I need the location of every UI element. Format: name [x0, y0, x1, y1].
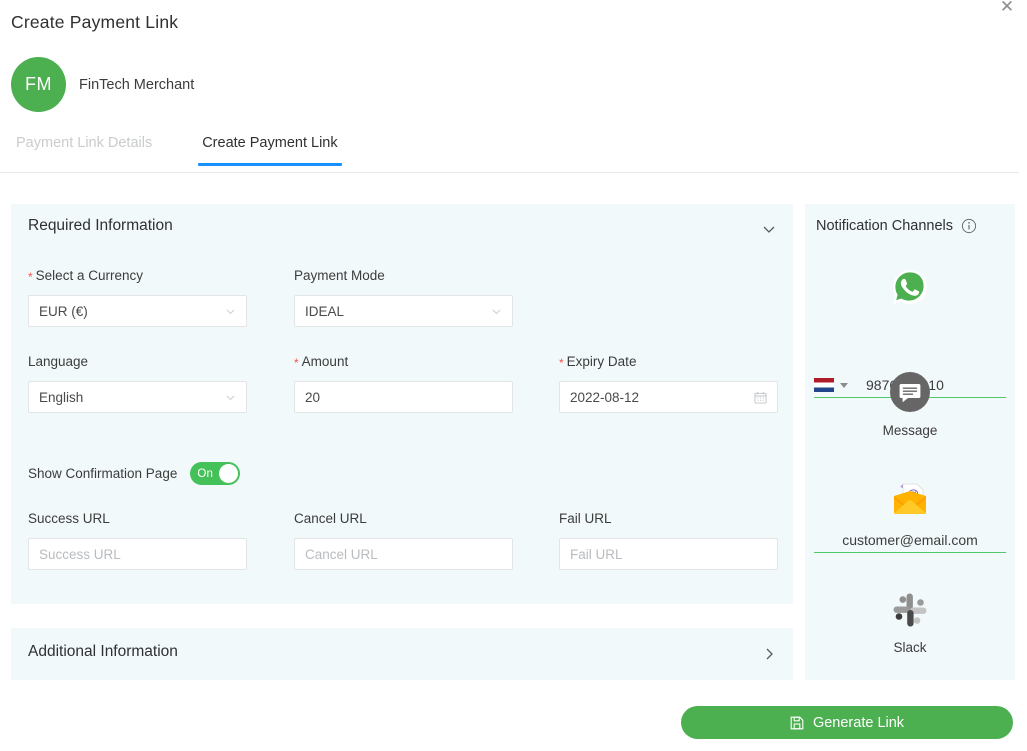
- language-select[interactable]: English: [28, 381, 247, 413]
- notification-channels-header: Notification Channels: [816, 218, 977, 234]
- chevron-down-icon: [225, 392, 236, 403]
- message-label: Message: [882, 423, 938, 438]
- amount-value: 20: [305, 389, 321, 405]
- avatar: FM: [11, 57, 66, 112]
- payment-mode-label: Payment Mode: [294, 268, 385, 283]
- slack-label: Slack: [893, 640, 927, 655]
- whatsapp-icon[interactable]: [805, 267, 1015, 307]
- required-asterisk: *: [28, 270, 33, 284]
- success-url-label: Success URL: [28, 511, 110, 526]
- expiry-date-value: 2022-08-12: [570, 389, 640, 405]
- language-value: English: [39, 389, 84, 405]
- email-value: customer@email.com: [842, 532, 978, 548]
- chevron-down-icon: [491, 306, 502, 317]
- notification-channels-title: Notification Channels: [816, 218, 954, 234]
- currency-label: * Select a Currency: [28, 268, 143, 284]
- additional-information-heading: Additional Information: [28, 643, 178, 660]
- amount-input[interactable]: 20: [294, 381, 513, 413]
- tab-bar: Payment Link Details Create Payment Link: [0, 131, 1019, 173]
- toggle-state-label: On: [197, 467, 214, 480]
- info-icon[interactable]: [961, 218, 977, 234]
- tab-create-payment-link[interactable]: Create Payment Link: [198, 131, 343, 166]
- generate-link-button[interactable]: Generate Link: [681, 706, 1013, 739]
- chevron-right-icon[interactable]: [761, 646, 777, 662]
- required-asterisk: *: [559, 356, 564, 370]
- cancel-url-input[interactable]: Cancel URL: [294, 538, 513, 570]
- additional-information-panel[interactable]: Additional Information: [11, 628, 793, 680]
- show-confirmation-page-row: Show Confirmation Page On: [28, 462, 241, 485]
- message-icon[interactable]: [805, 370, 1015, 414]
- payment-mode-value: IDEAL: [305, 303, 345, 319]
- page-title: Create Payment Link: [11, 12, 179, 32]
- tab-payment-link-details[interactable]: Payment Link Details: [14, 131, 154, 165]
- cancel-url-placeholder: Cancel URL: [305, 546, 378, 562]
- currency-value: EUR (€): [39, 303, 88, 319]
- language-label: Language: [28, 354, 89, 369]
- expiry-date-input[interactable]: 2022-08-12: [559, 381, 778, 413]
- required-information-panel: Required Information * Select a Currency …: [11, 204, 793, 604]
- amount-label: * Amount: [294, 354, 349, 370]
- channel-email[interactable]: @ customer@email.com: [805, 476, 1015, 553]
- merchant-name: FinTech Merchant: [79, 76, 195, 93]
- show-confirmation-page-label: Show Confirmation Page: [28, 466, 178, 481]
- create-payment-link-modal: ✕ Create Payment Link FM FinTech Merchan…: [0, 0, 1027, 751]
- notification-channels-panel: Notification Channels 9876543210: [805, 204, 1015, 680]
- required-asterisk: *: [294, 356, 299, 370]
- calendar-icon[interactable]: [754, 391, 767, 404]
- required-information-heading: Required Information: [28, 217, 173, 234]
- email-field[interactable]: customer@email.com: [814, 532, 1006, 553]
- success-url-placeholder: Success URL: [39, 546, 121, 562]
- merchant-row: FM FinTech Merchant: [11, 57, 194, 112]
- chevron-down-icon: [225, 306, 236, 317]
- cancel-url-label: Cancel URL: [294, 511, 367, 526]
- expiry-date-label: * Expiry Date: [559, 354, 637, 370]
- currency-select[interactable]: EUR (€): [28, 295, 247, 327]
- fail-url-label: Fail URL: [559, 511, 612, 526]
- email-icon[interactable]: @: [805, 476, 1015, 522]
- close-icon[interactable]: ✕: [997, 0, 1017, 17]
- channel-message[interactable]: Message: [805, 370, 1015, 438]
- save-icon: [790, 716, 804, 730]
- payment-mode-select[interactable]: IDEAL: [294, 295, 513, 327]
- channel-slack[interactable]: Slack: [805, 589, 1015, 655]
- fail-url-placeholder: Fail URL: [570, 546, 623, 562]
- slack-icon[interactable]: [805, 589, 1015, 631]
- fail-url-input[interactable]: Fail URL: [559, 538, 778, 570]
- toggle-knob: [219, 464, 239, 483]
- chevron-down-icon[interactable]: [761, 221, 777, 237]
- generate-link-label: Generate Link: [812, 714, 905, 731]
- show-confirmation-page-toggle[interactable]: On: [190, 462, 241, 485]
- success-url-input[interactable]: Success URL: [28, 538, 247, 570]
- channel-whatsapp[interactable]: 9876543210: [805, 267, 1015, 398]
